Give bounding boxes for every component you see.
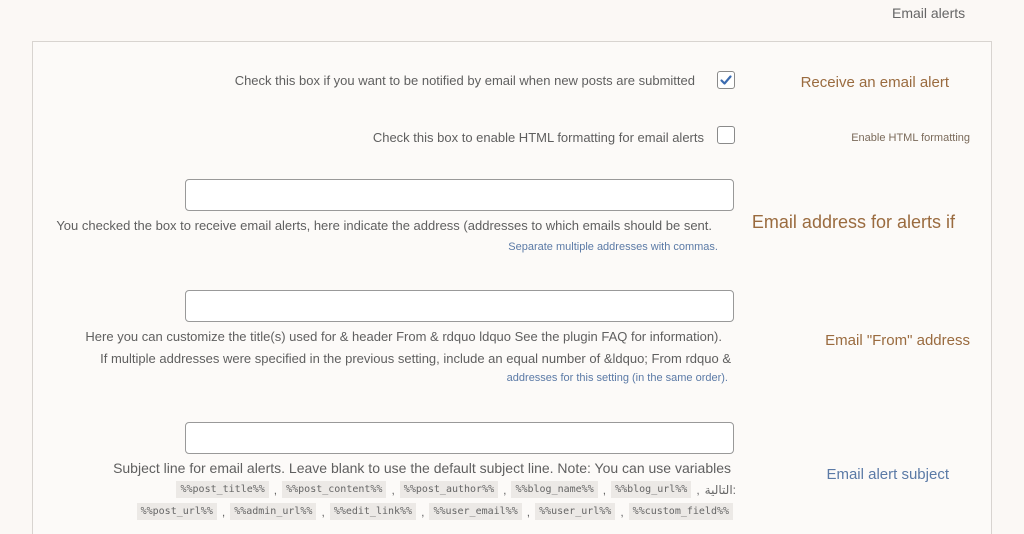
html-format-label: Enable HTML formatting	[851, 132, 970, 144]
from-address-label: Email "From" address	[825, 332, 970, 349]
from-address-description-1: Here you can customize the title(s) used…	[85, 329, 722, 344]
variable-code: %%edit_link%%	[329, 503, 417, 520]
variable-code: %%post_title%%	[176, 481, 269, 498]
from-address-description-2: If multiple addresses were specified in …	[100, 351, 731, 366]
html-format-description: Check this box to enable HTML formatting…	[372, 130, 704, 145]
variables-suffix: التالية:	[704, 482, 736, 497]
receive-alert-checkbox[interactable]	[717, 71, 735, 89]
from-address-input[interactable]	[185, 290, 734, 322]
variable-code: %%post_url%%	[136, 503, 217, 520]
receive-alert-description: Check this box if you want to be notifie…	[234, 73, 695, 88]
checkmark-icon	[720, 75, 732, 85]
alert-address-label: Email address for alerts if	[751, 212, 955, 232]
variable-code: %%post_author%%	[399, 481, 499, 498]
subject-label: Email alert subject	[826, 466, 949, 483]
section-title: Email alerts	[892, 5, 966, 21]
alert-address-description: You checked the box to receive email ale…	[56, 218, 712, 233]
variable-code: %%user_email%%	[429, 503, 522, 520]
settings-panel: Check this box if you want to be notifie…	[32, 41, 992, 534]
variable-code: %%blog_url%%	[611, 481, 692, 498]
variable-code: %%post_content%%	[282, 481, 387, 498]
html-format-checkbox[interactable]	[717, 126, 735, 144]
variable-code: %%custom_field%%	[628, 503, 733, 520]
alert-address-input[interactable]	[185, 179, 734, 211]
from-address-hint: addresses for this setting (in the same …	[506, 372, 728, 384]
subject-variables-row-2: %%post_url%%, %%admin_url%%, %%edit_link…	[136, 503, 733, 520]
subject-description: Subject line for email alerts. Leave bla…	[113, 460, 731, 476]
alert-address-hint: Separate multiple addresses with commas.	[508, 241, 718, 253]
variable-code: %%blog_name%%	[511, 481, 598, 498]
subject-variables-row-1: %%post_title%%, %%post_content%%, %%post…	[176, 481, 736, 498]
variable-code: %%admin_url%%	[230, 503, 317, 520]
receive-alert-label: Receive an email alert	[800, 74, 949, 91]
subject-input[interactable]	[185, 422, 734, 454]
variable-code: %%user_url%%	[535, 503, 616, 520]
